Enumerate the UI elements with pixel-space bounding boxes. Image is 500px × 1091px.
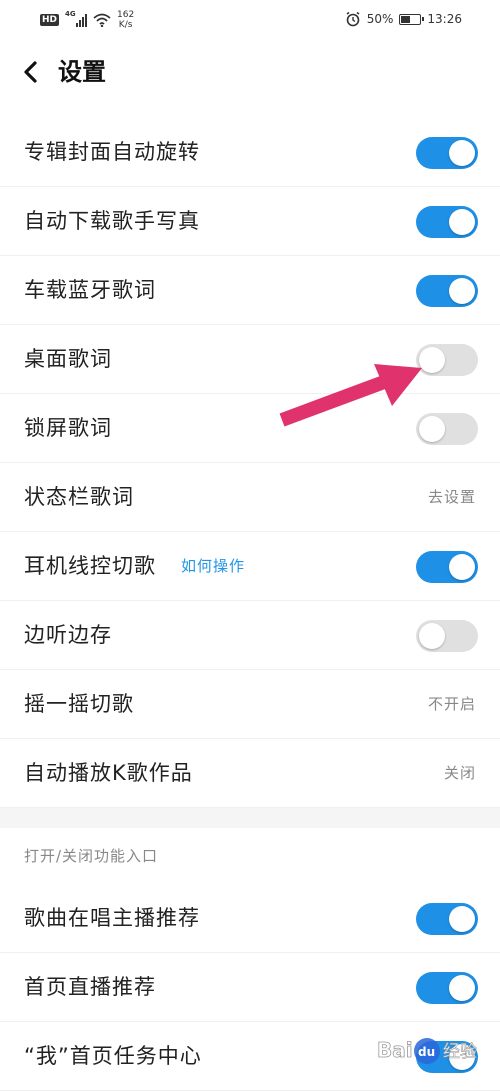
toggle-switch[interactable] bbox=[416, 275, 478, 307]
hd-icon: HD bbox=[40, 14, 60, 26]
settings-row[interactable]: 车载蓝牙歌词 bbox=[0, 256, 500, 325]
settings-row-label: 锁屏歌词 bbox=[24, 416, 112, 440]
settings-row-value: 去设置 bbox=[427, 488, 476, 506]
header: 设置 bbox=[0, 40, 500, 104]
toggle-switch[interactable] bbox=[416, 903, 478, 935]
toggle-knob bbox=[449, 906, 475, 932]
battery-percent: 50% bbox=[366, 12, 394, 26]
back-button[interactable] bbox=[12, 54, 48, 90]
annotation-arrow bbox=[279, 364, 422, 427]
toggle-switch[interactable] bbox=[416, 551, 478, 583]
settings-row-label: 耳机线控切歌 bbox=[24, 554, 156, 578]
settings-row-label: 桌面歌词 bbox=[24, 347, 112, 371]
settings-row-value: 关闭 bbox=[443, 764, 476, 782]
baidu-logo-icon: Bai du 经验 bbox=[377, 1038, 477, 1064]
toggle-switch[interactable] bbox=[416, 620, 478, 652]
settings-row[interactable]: 歌曲在唱主播推荐 bbox=[0, 884, 500, 953]
settings-section-main: 专辑封面自动旋转 自动下载歌手写真 车载蓝牙歌词 桌面歌词锁屏歌词状态栏歌词 去设置耳机… bbox=[0, 118, 500, 808]
settings-row-label: 边听边存 bbox=[24, 623, 112, 647]
settings-row-value: 不开启 bbox=[427, 695, 476, 713]
battery-icon bbox=[399, 13, 425, 25]
status-bar: HD 4G 162 K/s 50% 13:26 bbox=[0, 0, 500, 40]
alarm-icon bbox=[346, 11, 360, 27]
status-right: 50% 13:26 bbox=[345, 11, 462, 27]
toggle-switch[interactable] bbox=[416, 137, 478, 169]
toggle-knob bbox=[449, 140, 475, 166]
settings-row[interactable]: 自动下载歌手写真 bbox=[0, 187, 500, 256]
toggle-knob bbox=[449, 975, 475, 1001]
toggle-knob bbox=[449, 278, 475, 304]
settings-row[interactable]: 摇一摇切歌 不开启 bbox=[0, 670, 500, 739]
settings-row[interactable]: 边听边存 bbox=[0, 601, 500, 670]
how-to-link[interactable]: 如何操作 bbox=[181, 532, 245, 601]
baidu-watermark: Bai du 经验 bbox=[375, 1030, 495, 1070]
toggle-knob bbox=[419, 623, 445, 649]
chevron-left-icon bbox=[24, 61, 37, 83]
settings-row-label: 自动播放K歌作品 bbox=[24, 761, 193, 785]
settings-row-label: 车载蓝牙歌词 bbox=[24, 278, 156, 302]
settings-row[interactable]: 专辑封面自动旋转 bbox=[0, 118, 500, 187]
svg-text:Bai: Bai bbox=[377, 1038, 413, 1062]
settings-row-label: 专辑封面自动旋转 bbox=[24, 140, 200, 164]
settings-row-label: “我”首页任务中心 bbox=[24, 1044, 202, 1068]
status-left: HD 4G 162 K/s bbox=[40, 10, 134, 30]
settings-list: 专辑封面自动旋转 自动下载歌手写真 车载蓝牙歌词 桌面歌词锁屏歌词状态栏歌词 去设置耳机… bbox=[0, 118, 500, 1091]
settings-row[interactable]: 首页直播推荐 bbox=[0, 953, 500, 1022]
network-speed: 162 K/s bbox=[117, 10, 134, 30]
wifi-icon bbox=[93, 13, 111, 27]
section-divider bbox=[0, 808, 500, 828]
svg-text:du: du bbox=[418, 1045, 435, 1059]
svg-text:经验: 经验 bbox=[443, 1042, 477, 1062]
signal-icon: 4G bbox=[65, 10, 88, 27]
toggle-knob bbox=[449, 554, 475, 580]
speed-unit: K/s bbox=[118, 20, 133, 30]
toggle-switch[interactable] bbox=[416, 206, 478, 238]
toggle-switch[interactable] bbox=[416, 972, 478, 1004]
settings-row-label: 状态栏歌词 bbox=[24, 485, 134, 509]
toggle-knob bbox=[449, 209, 475, 235]
settings-row[interactable]: 耳机线控切歌 如何操作 bbox=[0, 532, 500, 601]
network-type-label: 4G bbox=[65, 10, 76, 18]
settings-row[interactable]: 自动播放K歌作品 关闭 bbox=[0, 739, 500, 808]
settings-row-label: 歌曲在唱主播推荐 bbox=[24, 906, 200, 930]
section-title: 打开/关闭功能入口 bbox=[24, 847, 159, 865]
settings-row-label: 首页直播推荐 bbox=[24, 975, 156, 999]
page-title: 设置 bbox=[58, 58, 106, 86]
settings-row-label: 摇一摇切歌 bbox=[24, 692, 134, 716]
speed-value: 162 bbox=[117, 10, 135, 20]
settings-row[interactable]: 状态栏歌词 去设置 bbox=[0, 463, 500, 532]
clock: 13:26 bbox=[427, 12, 462, 26]
settings-row-label: 自动下载歌手写真 bbox=[24, 209, 200, 233]
